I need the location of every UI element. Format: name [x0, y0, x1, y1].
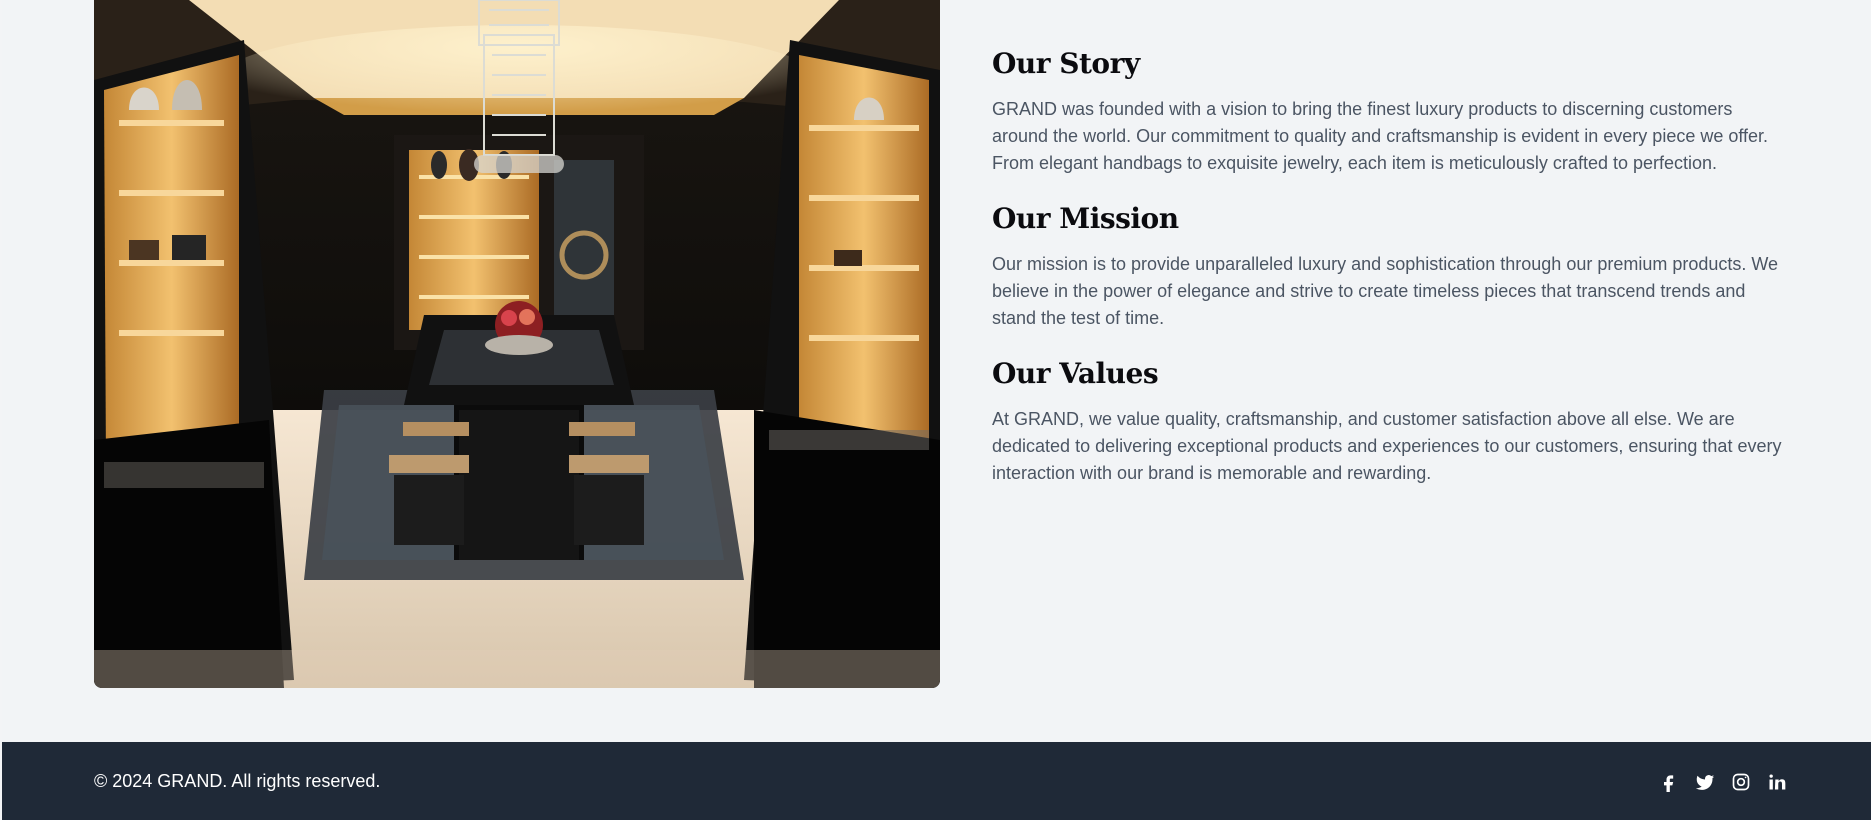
linkedin-icon	[1769, 774, 1786, 790]
twitter-link[interactable]	[1695, 772, 1715, 792]
site-footer: © 2024 GRAND. All rights reserved.	[2, 742, 1871, 820]
values-block: Our Values At GRAND, we value quality, c…	[992, 356, 1792, 487]
mission-heading: Our Mission	[992, 202, 1179, 235]
mission-text: Our mission is to provide unparalleled l…	[992, 254, 1779, 328]
boutique-interior-image	[94, 0, 940, 688]
about-content: Our Story GRAND was founded with a visio…	[992, 46, 1792, 511]
story-text: GRAND was founded with a vision to bring…	[992, 99, 1769, 173]
copyright-text: © 2024 GRAND. All rights reserved.	[94, 771, 381, 791]
page: Our Story GRAND was founded with a visio…	[2, 0, 1871, 820]
story-block: Our Story GRAND was founded with a visio…	[992, 46, 1792, 177]
facebook-icon	[1664, 775, 1674, 792]
facebook-link[interactable]	[1659, 772, 1679, 792]
values-text: At GRAND, we value quality, craftsmanshi…	[992, 409, 1782, 483]
instagram-link[interactable]	[1731, 772, 1751, 792]
twitter-icon	[1695, 775, 1715, 790]
about-section: Our Story GRAND was founded with a visio…	[2, 0, 1871, 742]
story-heading: Our Story	[992, 47, 1140, 80]
values-heading: Our Values	[992, 357, 1159, 390]
mission-block: Our Mission Our mission is to provide un…	[992, 201, 1792, 332]
social-links	[1659, 772, 1787, 792]
instagram-icon	[1732, 773, 1750, 791]
linkedin-link[interactable]	[1767, 772, 1787, 792]
